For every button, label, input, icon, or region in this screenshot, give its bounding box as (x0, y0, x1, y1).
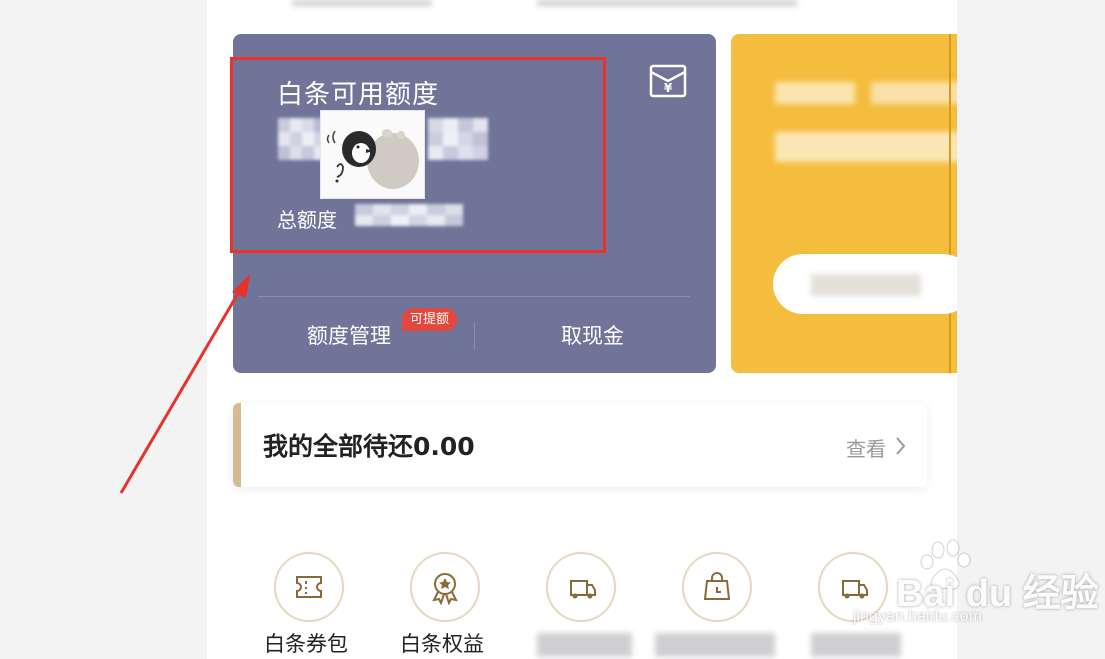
available-amount-mosaic (428, 118, 488, 160)
raise-limit-badge: 可提额 (402, 308, 458, 331)
service-label-blur (655, 633, 775, 657)
card-action-divider (474, 322, 475, 350)
top-tab-blur (292, 0, 432, 6)
watermark-url: jingyan.baidu.com (853, 608, 982, 625)
promo-pill-button[interactable] (773, 254, 957, 314)
total-credit-label: 总额度 (277, 208, 337, 232)
service-benefits[interactable] (410, 552, 480, 622)
promo-text-blur (775, 132, 957, 162)
credit-manage-button[interactable]: 额度管理 (307, 320, 391, 350)
promo-card-edge (949, 34, 951, 373)
sticker-image (320, 110, 425, 199)
repay-summary-row[interactable]: 我的全部待还0.00 查看 (233, 403, 927, 487)
repay-accent-bar (233, 403, 241, 487)
promo-text-blur (871, 82, 957, 104)
service-item[interactable] (546, 552, 616, 622)
card-divider (258, 296, 690, 297)
truck-icon (570, 580, 596, 599)
red-envelope-icon[interactable]: ¥ (649, 62, 687, 100)
total-amount-mosaic (355, 204, 463, 226)
service-label-blur (537, 633, 632, 657)
repay-amount-text: 我的全部待还0.00 (263, 432, 475, 461)
ticket-icon (296, 576, 322, 598)
promo-card[interactable] (731, 34, 957, 373)
credit-card[interactable]: 白条可用额度 ¥ 总额度 额度管理 可提额 取现金 (233, 34, 716, 373)
app-screen: 白条可用额度 ¥ 总额度 额度管理 可提额 取现金 我的全部待还0.00 查看 … (207, 0, 957, 659)
service-coupon[interactable] (274, 552, 344, 622)
view-repay-link[interactable]: 查看 (846, 433, 886, 462)
promo-text-blur (775, 82, 855, 104)
service-item[interactable] (682, 552, 752, 622)
top-tab-blur (537, 0, 797, 6)
service-coupon-label: 白条券包 (264, 632, 348, 656)
service-benefits-label: 白条权益 (400, 632, 484, 656)
truck-icon (842, 580, 868, 599)
service-label-blur (811, 633, 901, 657)
withdraw-cash-button[interactable]: 取现金 (561, 320, 624, 350)
chevron-right-icon (896, 437, 906, 455)
yuan-symbol: ¥ (664, 81, 673, 95)
available-credit-title: 白条可用额度 (277, 80, 440, 110)
bag-clock-icon (703, 572, 731, 600)
medal-icon (432, 573, 458, 605)
available-amount-mosaic (278, 118, 326, 160)
promo-pill-text-blur (811, 274, 921, 296)
